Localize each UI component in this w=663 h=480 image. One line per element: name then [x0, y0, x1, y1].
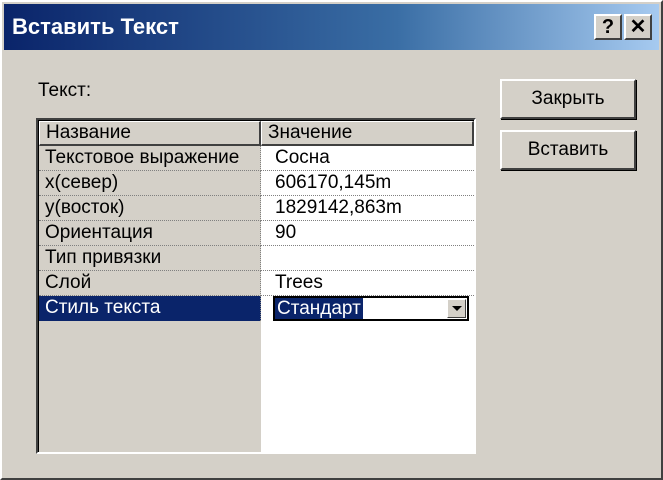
- column-header-value[interactable]: Значение: [261, 121, 474, 146]
- row-value-text-style: Стандарт: [261, 296, 474, 321]
- row-value-y-east[interactable]: 1829142,863m: [261, 196, 474, 221]
- text-label: Текст:: [38, 80, 92, 101]
- row-value-x-north[interactable]: 606170,145m: [261, 171, 474, 196]
- close-icon[interactable]: ✕: [624, 14, 652, 40]
- help-icon[interactable]: ?: [594, 14, 622, 40]
- row-name-layer[interactable]: Слой: [39, 271, 261, 296]
- window-title: Вставить Текст: [12, 14, 179, 39]
- value-column: Сосна 606170,145m 1829142,863m 90 Trees …: [261, 146, 474, 452]
- text-style-dropdown[interactable]: Стандарт: [273, 296, 469, 321]
- insert-button[interactable]: Вставить: [500, 130, 636, 170]
- chevron-down-icon[interactable]: [447, 299, 466, 318]
- row-value-text-expression[interactable]: Сосна: [261, 146, 474, 171]
- row-name-anchor-type[interactable]: Тип привязки: [39, 246, 261, 271]
- row-name-text-style[interactable]: Стиль текста: [39, 296, 261, 321]
- row-name-x-north[interactable]: x(север): [39, 171, 261, 196]
- row-name-orientation[interactable]: Ориентация: [39, 221, 261, 246]
- name-column: Текстовое выражение x(север) y(восток) О…: [39, 146, 261, 452]
- insert-text-dialog: Вставить Текст ? ✕ Текст: Название Значе…: [0, 0, 663, 480]
- row-name-text-expression[interactable]: Текстовое выражение: [39, 146, 261, 171]
- properties-grid[interactable]: Название Значение Текстовое выражение x(…: [36, 118, 476, 454]
- row-value-orientation[interactable]: 90: [261, 221, 474, 246]
- title-bar[interactable]: Вставить Текст ? ✕: [4, 4, 659, 50]
- row-value-anchor-type[interactable]: [261, 246, 474, 271]
- close-button[interactable]: Закрыть: [500, 79, 636, 119]
- text-style-selected-value: Стандарт: [275, 298, 363, 319]
- row-name-y-east[interactable]: y(восток): [39, 196, 261, 221]
- column-header-name[interactable]: Название: [39, 121, 261, 146]
- row-value-layer[interactable]: Trees: [261, 271, 474, 296]
